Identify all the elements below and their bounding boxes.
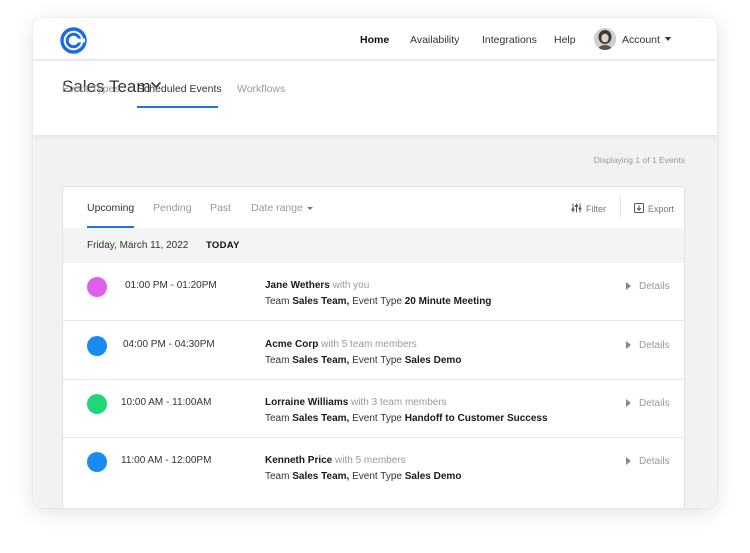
details-button[interactable]: Details bbox=[626, 398, 670, 409]
event-type-prefix: Event Type bbox=[352, 413, 402, 424]
active-tab-indicator bbox=[137, 106, 218, 108]
tab-event-types[interactable]: Event Types bbox=[62, 83, 120, 95]
calendly-logo-icon[interactable] bbox=[60, 27, 87, 54]
event-type: Handoff to Customer Success bbox=[404, 413, 548, 424]
event-type: 20 Minute Meeting bbox=[404, 296, 492, 307]
event-meta: Team Sales Team, Event Type Sales Demo bbox=[265, 355, 461, 366]
event-date: Friday, March 11, 2022 bbox=[87, 240, 189, 251]
event-row[interactable]: 04:00 PM - 04:30PM Acme Corp with 5 team… bbox=[63, 322, 684, 380]
event-meta: Team Sales Team, Event Type 20 Minute Me… bbox=[265, 296, 491, 307]
details-button[interactable]: Details bbox=[626, 456, 670, 467]
filter-tab-past[interactable]: Past bbox=[210, 202, 231, 214]
invitee-name: Kenneth Price bbox=[265, 455, 333, 466]
event-invitee: Jane Wethers with you bbox=[265, 280, 369, 291]
invitee-name: Lorraine Williams bbox=[265, 397, 349, 408]
today-badge: TODAY bbox=[206, 240, 240, 251]
details-button[interactable]: Details bbox=[626, 281, 670, 292]
details-label: Details bbox=[639, 340, 670, 351]
date-group-header: Friday, March 11, 2022 TODAY bbox=[63, 228, 684, 263]
filter-button[interactable]: Filter bbox=[571, 203, 606, 214]
caret-right-icon bbox=[626, 341, 631, 349]
event-invitee: Acme Corp with 5 team members bbox=[265, 339, 417, 350]
page-header: Sales Team bbox=[33, 61, 717, 135]
event-row[interactable]: 10:00 AM - 11:00AM Lorraine Williams wit… bbox=[63, 380, 684, 438]
filter-label: Filter bbox=[586, 204, 606, 214]
event-type: Sales Demo bbox=[404, 355, 462, 366]
details-label: Details bbox=[639, 281, 670, 292]
export-label: Export bbox=[648, 204, 675, 214]
event-color-dot bbox=[87, 394, 107, 414]
invitee-with: with 3 team members bbox=[351, 397, 447, 408]
event-time: 11:00 AM - 12:00PM bbox=[121, 455, 212, 466]
team-prefix: Team bbox=[265, 296, 290, 307]
filter-tab-date-range[interactable]: Date range bbox=[251, 202, 313, 214]
app-window: Home Availability Integrations Help Acco… bbox=[33, 18, 717, 508]
nav-availability-link[interactable]: Availability bbox=[410, 34, 459, 46]
invitee-name: Jane Wethers bbox=[265, 280, 330, 291]
events-panel: Upcoming Pending Past Date range Filter … bbox=[62, 186, 685, 508]
avatar[interactable] bbox=[594, 28, 616, 50]
top-navigation: Home Availability Integrations Help Acco… bbox=[33, 18, 717, 60]
event-time: 01:00 PM - 01:20PM bbox=[125, 280, 217, 291]
details-label: Details bbox=[639, 456, 670, 467]
event-type-prefix: Event Type bbox=[352, 296, 402, 307]
filter-tab-pending[interactable]: Pending bbox=[153, 202, 192, 214]
caret-down-icon bbox=[306, 206, 313, 210]
date-range-label: Date range bbox=[251, 202, 303, 214]
toolbar-divider bbox=[620, 197, 621, 217]
event-meta: Team Sales Team, Event Type Sales Demo bbox=[265, 471, 461, 482]
tab-scheduled-events[interactable]: Scheduled Events bbox=[137, 83, 222, 95]
caret-right-icon bbox=[626, 457, 631, 465]
event-time: 04:00 PM - 04:30PM bbox=[123, 339, 215, 350]
event-color-dot bbox=[87, 277, 107, 297]
team-prefix: Team bbox=[265, 471, 290, 482]
event-team: Sales Team, bbox=[292, 413, 350, 424]
details-button[interactable]: Details bbox=[626, 340, 670, 351]
nav-home-link[interactable]: Home bbox=[360, 34, 389, 46]
export-icon bbox=[634, 203, 644, 213]
invitee-with: with you bbox=[332, 280, 370, 291]
sliders-icon bbox=[571, 203, 582, 213]
event-row[interactable]: 01:00 PM - 01:20PM Jane Wethers with you… bbox=[63, 263, 684, 321]
chevron-down-icon[interactable] bbox=[665, 37, 671, 41]
event-team: Sales Team, bbox=[292, 355, 350, 366]
event-time: 10:00 AM - 11:00AM bbox=[121, 397, 212, 408]
caret-right-icon bbox=[626, 399, 631, 407]
event-invitee: Lorraine Williams with 3 team members bbox=[265, 397, 447, 408]
export-button[interactable]: Export bbox=[634, 203, 674, 214]
event-color-dot bbox=[87, 336, 107, 356]
event-row[interactable]: 11:00 AM - 12:00PM Kenneth Price with 5 … bbox=[63, 438, 684, 496]
event-team: Sales Team, bbox=[292, 471, 350, 482]
invitee-with: with 5 members bbox=[335, 455, 406, 466]
invitee-name: Acme Corp bbox=[265, 339, 319, 350]
event-type-prefix: Event Type bbox=[352, 355, 402, 366]
event-type-prefix: Event Type bbox=[352, 471, 402, 482]
caret-right-icon bbox=[626, 282, 631, 290]
event-color-dot bbox=[87, 452, 107, 472]
event-team: Sales Team, bbox=[292, 296, 350, 307]
nav-integrations-link[interactable]: Integrations bbox=[482, 34, 537, 46]
team-prefix: Team bbox=[265, 413, 290, 424]
tab-workflows[interactable]: Workflows bbox=[237, 83, 285, 95]
events-count: Displaying 1 of 1 Events bbox=[593, 155, 685, 165]
event-type: Sales Demo bbox=[404, 471, 462, 482]
filter-tab-upcoming[interactable]: Upcoming bbox=[87, 202, 134, 214]
event-invitee: Kenneth Price with 5 members bbox=[265, 455, 406, 466]
team-prefix: Team bbox=[265, 355, 290, 366]
event-meta: Team Sales Team, Event Type Handoff to C… bbox=[265, 413, 548, 424]
details-label: Details bbox=[639, 398, 670, 409]
nav-help-link[interactable]: Help bbox=[554, 34, 576, 46]
account-menu[interactable]: Account bbox=[622, 34, 660, 46]
invitee-with: with 5 team members bbox=[321, 339, 417, 350]
